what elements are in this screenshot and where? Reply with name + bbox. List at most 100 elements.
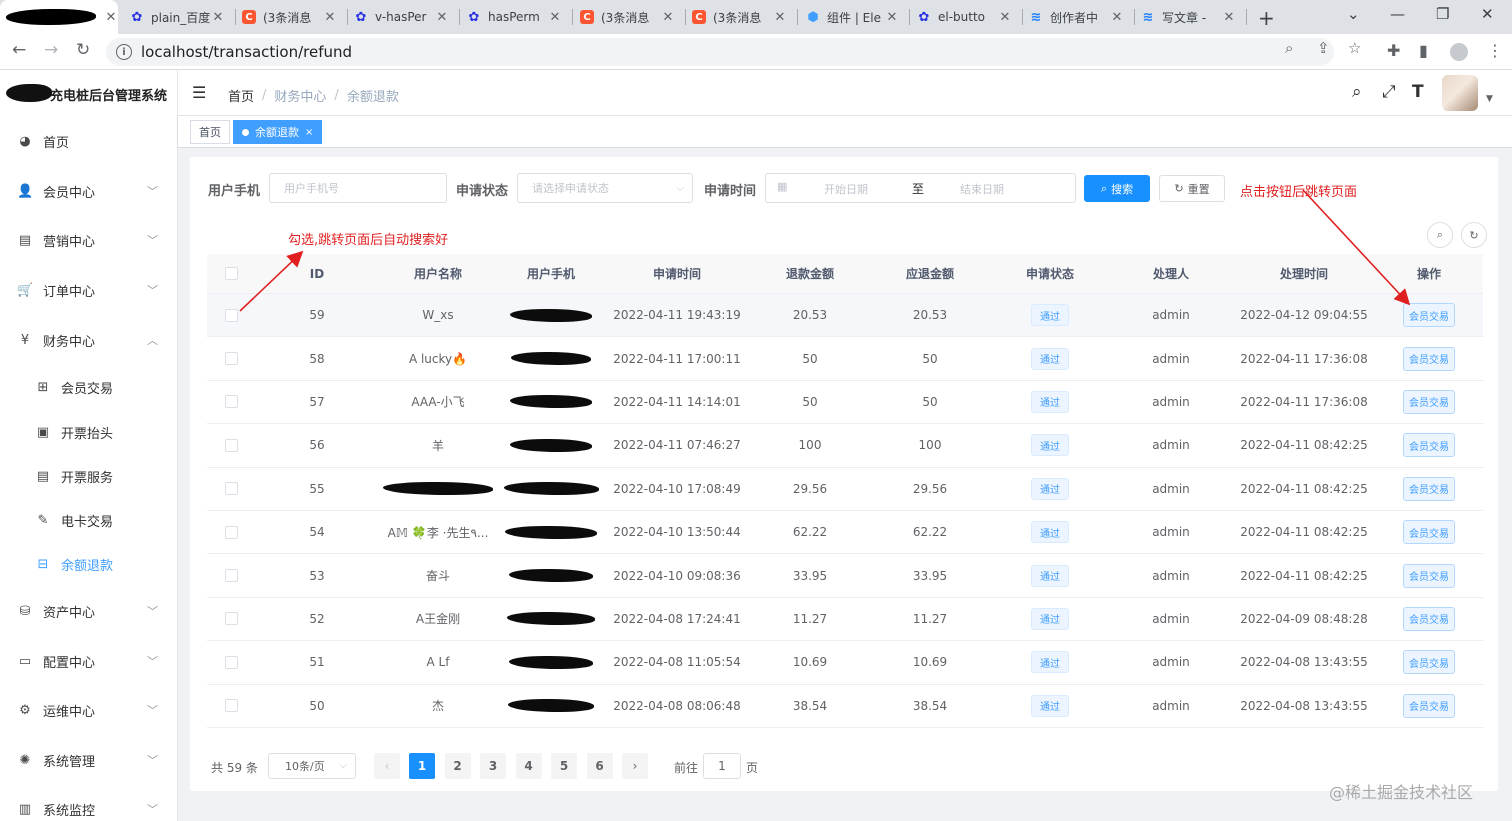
column-header[interactable]: ID [282,254,352,293]
next-page-icon[interactable]: › [622,753,648,779]
font-size-icon[interactable]: T [1412,82,1424,102]
browser-menu-icon[interactable]: ⋮ [1487,41,1503,60]
close-window-icon[interactable]: ✕ [1481,5,1494,23]
member-transaction-button[interactable]: 会员交易 [1403,476,1455,501]
end-date-placeholder[interactable]: 结束日期 [960,181,1004,197]
table-row[interactable]: 54 A𝕄 🍀李 ·先生٩... 2022-04-10 13:50:44 62.22 6… [207,511,1483,555]
table-row[interactable]: 57 AAA-小飞 2022-04-11 14:14:01 50 50 通过 admin 20… [207,381,1483,425]
tab-close-icon[interactable]: ✕ [434,10,450,25]
member-transaction-button[interactable]: 会员交易 [1403,303,1455,328]
table-row[interactable]: 53 奋斗 2022-04-10 09:08:36 33.95 33.95 通过 admin… [207,554,1483,598]
fullscreen-icon[interactable]: ⤢ [1382,82,1396,102]
browser-tab[interactable]: C (3条消息 ✕ [236,4,344,30]
row-checkbox[interactable] [224,525,238,539]
reload-icon[interactable]: ↻ [76,40,90,60]
browser-tab[interactable]: ✿ plain_百度 ✕ [124,4,232,30]
sidebar-item[interactable]: ▣ 开票抬头 [0,412,178,452]
address-bar[interactable]: i localhost/transaction/refund [106,38,1334,66]
tab-close-icon[interactable]: ✕ [322,10,338,25]
page-number-button[interactable]: 2 [444,753,471,779]
member-transaction-button[interactable]: 会员交易 [1403,520,1455,545]
page-number-button[interactable]: 6 [586,753,613,779]
sidebar-item[interactable]: ⛁ 资产中心 ﹀ [0,591,178,631]
member-transaction-button[interactable]: 会员交易 [1403,433,1455,458]
refresh-table-icon[interactable]: ↻ [1461,222,1487,248]
site-info-icon[interactable]: i [116,44,132,60]
row-checkbox-cell[interactable] [211,294,251,336]
table-row[interactable]: 50 杰 2022-04-08 08:06:48 38.54 38.54 通过 admin 2… [207,685,1483,728]
reset-button[interactable]: ↻ 重置 [1159,175,1225,202]
tag-close-icon[interactable]: × [305,127,313,138]
column-header[interactable]: 用户名称 [378,254,498,293]
row-checkbox-cell[interactable] [211,337,251,379]
browser-tab[interactable]: ✿ hasPerm ✕ [461,4,569,30]
row-checkbox[interactable] [224,655,238,669]
row-checkbox-cell[interactable] [211,685,251,727]
status-select[interactable]: 请选择申请状态 ⌵ [517,173,693,203]
phone-input[interactable]: 用户手机号 [269,173,447,203]
goto-page-input[interactable]: 1 [703,753,741,779]
column-header[interactable]: 处理人 [1131,254,1211,293]
column-header[interactable]: 申请状态 [1010,254,1090,293]
row-checkbox[interactable] [224,308,238,322]
sidebar-item[interactable]: 👤 会员中心 ﹀ [0,171,178,211]
sidebar-item[interactable]: ¥ 财务中心 ︿ [0,320,178,360]
browser-tab[interactable]: ≋ 写文章 - ✕ [1135,4,1243,30]
browser-tab[interactable]: ✕ [0,0,118,34]
row-checkbox-cell[interactable] [211,641,251,683]
row-checkbox-cell[interactable] [211,424,251,466]
toggle-search-icon[interactable]: ⌕ [1427,222,1453,248]
row-checkbox[interactable] [224,612,238,626]
browser-tab[interactable]: ✿ v-hasPer ✕ [348,4,456,30]
member-transaction-button[interactable]: 会员交易 [1403,650,1455,675]
row-checkbox[interactable] [224,569,238,583]
maximize-icon[interactable]: ❐ [1436,5,1449,23]
sidebar-item[interactable]: ⊞ 会员交易 [0,367,178,407]
tab-close-icon[interactable]: ✕ [1221,10,1237,25]
row-checkbox[interactable] [224,482,238,496]
sidebar-item[interactable]: ✎ 电卡交易 [0,500,178,540]
header-search-icon[interactable]: ⌕ [1352,82,1362,102]
side-panel-icon[interactable]: ▮ [1419,41,1428,60]
sidebar-item[interactable]: ✺ 系统管理 ﹀ [0,740,178,780]
sidebar-item[interactable]: ▭ 配置中心 ﹀ [0,641,178,681]
member-transaction-button[interactable]: 会员交易 [1403,606,1455,631]
member-transaction-button[interactable]: 会员交易 [1403,346,1455,371]
browser-tab[interactable]: ≋ 创作者中 ✕ [1023,4,1131,30]
page-number-button[interactable]: 3 [480,753,506,779]
table-row[interactable]: 56 羊 2022-04-11 07:46:27 100 100 通过 admin 2022-… [207,424,1483,468]
browser-tab[interactable]: C (3条消息 ✕ [574,4,682,30]
member-transaction-button[interactable]: 会员交易 [1403,693,1455,718]
row-checkbox-cell[interactable] [211,381,251,423]
select-all-checkbox[interactable] [224,267,238,280]
bookmark-star-icon[interactable]: ☆ [1348,39,1361,57]
row-checkbox-cell[interactable] [211,554,251,596]
column-header[interactable]: 操作 [1389,254,1469,293]
table-row[interactable]: 52 A王金刚 2022-04-08 17:24:41 11.27 11.27 通过 adm… [207,598,1483,642]
tab-search-icon[interactable]: ⌄ [1347,5,1360,23]
member-transaction-button[interactable]: 会员交易 [1403,563,1455,588]
tab-close-icon[interactable]: ✕ [547,10,563,25]
tab-close-icon[interactable]: ✕ [772,10,788,25]
column-header[interactable]: 应退金额 [880,254,980,293]
tag-refund[interactable]: 余额退款 × [233,120,323,144]
row-checkbox[interactable] [224,699,238,713]
avatar-caret-icon[interactable]: ▼ [1486,94,1493,104]
tab-close-icon[interactable]: ✕ [210,10,226,25]
hamburger-toggle-icon[interactable]: ☰ [192,83,206,102]
row-checkbox[interactable] [224,395,238,409]
user-avatar[interactable] [1442,75,1478,111]
forward-icon[interactable]: → [44,40,58,60]
share-icon[interactable]: ⇪ [1317,39,1330,57]
date-range-picker[interactable]: ▦ 开始日期 至 结束日期 [765,173,1076,203]
table-row[interactable]: 59 W_xs 2022-04-11 19:43:19 20.53 20.53 通过 adm… [207,294,1483,338]
tab-close-icon[interactable]: ✕ [997,10,1013,25]
sidebar-item[interactable]: ⚙ 运维中心 ﹀ [0,690,178,730]
sidebar-item[interactable]: ▥ 系统监控 ﹀ [0,789,178,821]
tab-close-icon[interactable]: ✕ [1109,10,1125,25]
row-checkbox-cell[interactable] [211,598,251,640]
row-checkbox[interactable] [224,352,238,366]
breadcrumb-home[interactable]: 首页 [228,86,254,105]
table-row[interactable]: 51 A Lf 2022-04-08 11:05:54 10.69 10.69 通过 adm… [207,641,1483,685]
tag-home[interactable]: 首页 [190,120,230,144]
